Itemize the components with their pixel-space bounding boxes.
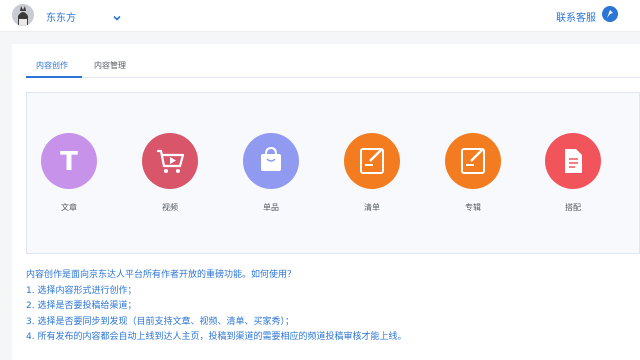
active-tab-indicator (26, 76, 82, 78)
tab-content-manage[interactable]: 内容管理 (94, 60, 126, 71)
help-intro: 内容创作是面向京东达人平台所有作者开放的重磅功能。如何使用？ (26, 270, 297, 280)
main-panel: 内容创作 内容管理 T 文章 视频 单品 清单 专辑 搭配 内容创作是面向京东达… (12, 44, 640, 360)
help-step: 4. 所有发布的内容都会自动上线到达人主页，投稿到渠道的需要相应的频道投稿审核才… (26, 332, 407, 342)
help-step: 2. 选择是否要投稿给渠道； (26, 301, 137, 311)
help-step: 1. 选择内容形式进行创作； (26, 285, 137, 296)
tab-content-create[interactable]: 内容创作 (36, 60, 68, 71)
content-type-outfit[interactable]: 搭配 (543, 133, 603, 223)
usage-instructions: 内容创作是面向京东达人平台所有作者开放的重磅功能。如何使用？ 1. 选择内容形式… (26, 268, 640, 346)
brand-logo-icon (602, 6, 618, 22)
document-icon (545, 133, 601, 189)
contact-service-link[interactable]: 联系客服 (556, 9, 596, 24)
content-type-album[interactable]: 专辑 (443, 133, 503, 223)
avatar-photo (12, 4, 34, 26)
avatar[interactable] (12, 4, 34, 26)
help-step: 3. 选择是否要同步到发现（目前支持文章、视频、清单、买家秀）； (26, 316, 294, 327)
tab-divider (26, 77, 640, 78)
content-type-area: T 文章 视频 单品 清单 专辑 搭配 (26, 92, 640, 254)
top-bar: 东东方 联系客服 (0, 0, 640, 32)
edit-note-icon (344, 133, 400, 189)
svg-text:T: T (60, 147, 78, 177)
chevron-down-icon[interactable] (112, 8, 122, 27)
content-type-video[interactable]: 视频 (140, 133, 200, 223)
content-type-label: 清单 (364, 203, 380, 212)
content-type-label: 文章 (61, 203, 77, 212)
video-cart-icon (142, 133, 198, 189)
content-type-article[interactable]: T 文章 (39, 133, 99, 223)
content-type-label: 搭配 (565, 203, 581, 212)
content-type-label: 视频 (162, 203, 178, 212)
text-t-icon: T (41, 133, 97, 189)
user-name[interactable]: 东东方 (46, 9, 76, 24)
content-type-label: 专辑 (465, 203, 481, 212)
content-type-label: 单品 (263, 203, 279, 212)
shopping-bag-icon (243, 133, 299, 189)
content-type-single-product[interactable]: 单品 (241, 133, 301, 223)
content-type-list[interactable]: 清单 (342, 133, 402, 223)
edit-note-icon (445, 133, 501, 189)
